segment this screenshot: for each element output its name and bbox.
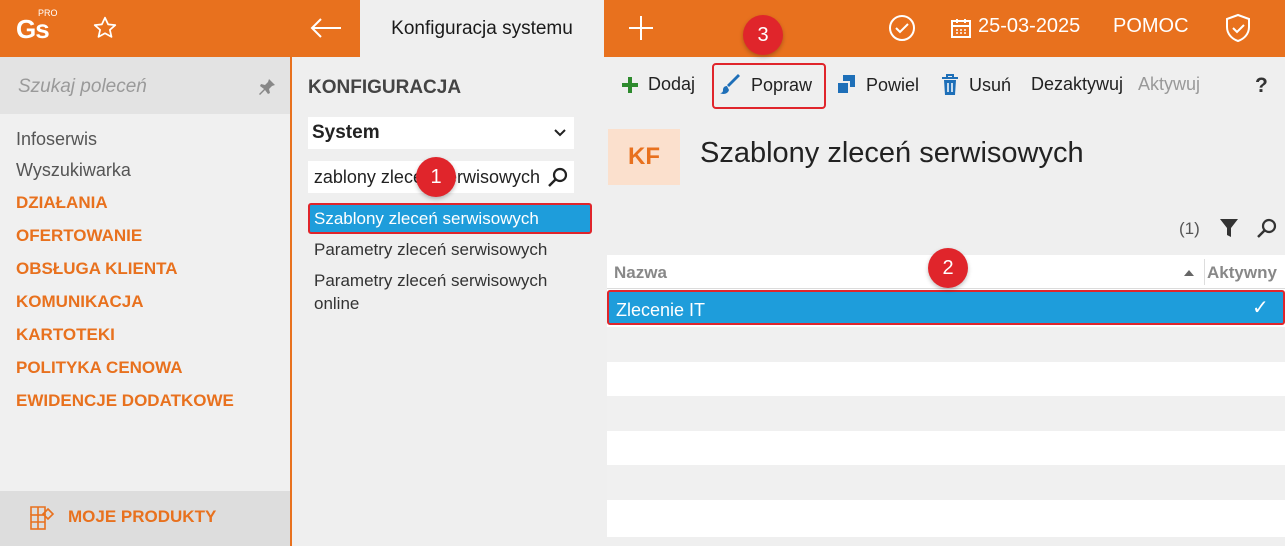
- deactivate-button[interactable]: Dezaktywuj: [1031, 74, 1123, 95]
- cell-aktywny: ✓: [1252, 297, 1269, 319]
- command-search[interactable]: Szukaj poleceń: [0, 57, 290, 114]
- add-button[interactable]: Dodaj: [621, 74, 695, 95]
- page-title: Szablony zleceń serwisowych: [700, 137, 1084, 169]
- sidebar-section-kartoteki[interactable]: KARTOTEKI: [16, 318, 234, 351]
- step-badge-3: 3: [743, 15, 783, 55]
- column-header-aktywny[interactable]: Aktywny: [1207, 263, 1277, 283]
- sort-asc-icon[interactable]: [1183, 269, 1195, 277]
- config-title: KONFIGURACJA: [308, 77, 462, 98]
- duplicate-button-label: Powiel: [866, 74, 920, 95]
- column-separator: [1204, 259, 1205, 285]
- module-select-value: System: [312, 122, 380, 143]
- table-row-empty: [607, 362, 1285, 397]
- config-item-parametry[interactable]: Parametry zleceń serwisowych: [308, 234, 592, 265]
- search-icon[interactable]: [547, 166, 569, 188]
- my-products-label: MOJE PRODUKTY: [68, 507, 217, 526]
- highlight-edit-button: [712, 63, 826, 109]
- sidebar: Szukaj poleceń Infoserwis Wyszukiwarka D…: [0, 57, 290, 546]
- check-circle-icon[interactable]: [886, 12, 918, 44]
- delete-button[interactable]: Usuń: [940, 74, 1011, 96]
- chevron-down-icon: [554, 129, 566, 137]
- logo-pro-text: PRO: [38, 8, 58, 18]
- command-search-input[interactable]: Szukaj poleceń: [18, 76, 147, 98]
- sidebar-item-wyszukiwarka[interactable]: Wyszukiwarka: [16, 155, 234, 186]
- help-link[interactable]: POMOC: [1113, 15, 1189, 38]
- table-row-empty: [607, 327, 1285, 362]
- help-button[interactable]: ?: [1255, 74, 1268, 98]
- star-icon[interactable]: [89, 12, 121, 44]
- step-badge-1: 1: [416, 157, 456, 197]
- sidebar-section-ofertowanie[interactable]: OFERTOWANIE: [16, 219, 234, 252]
- column-header-nazwa[interactable]: Nazwa: [614, 263, 667, 283]
- plus-icon[interactable]: [625, 12, 657, 44]
- calendar-icon[interactable]: [945, 12, 977, 44]
- shield-icon[interactable]: [1222, 12, 1254, 44]
- top-bar: Gs PRO Konfiguracja systemu 25-03-2025 P…: [0, 0, 1285, 57]
- add-button-label: Dodaj: [648, 74, 696, 94]
- table-row-empty: [607, 396, 1285, 431]
- plus-icon: [621, 76, 639, 94]
- sidebar-section-ewidencje-dodatkowe[interactable]: EWIDENCJE DODATKOWE: [16, 384, 234, 417]
- app-logo[interactable]: Gs PRO: [0, 0, 70, 57]
- main-content: Dodaj Popraw Powiel Usuń Dezaktywuj Akty…: [592, 57, 1285, 546]
- tab-konfiguracja-systemu[interactable]: Konfiguracja systemu: [360, 0, 604, 57]
- products-icon: [30, 506, 55, 530]
- help-button-label: ?: [1255, 74, 1268, 97]
- sidebar-section-dzialania[interactable]: DZIAŁANIA: [16, 186, 234, 219]
- step-badge-2: 2: [928, 248, 968, 288]
- activate-button-label: Aktywuj: [1138, 74, 1201, 94]
- config-list: Szablony zleceń serwisowych Parametry zl…: [308, 203, 592, 319]
- deactivate-button-label: Dezaktywuj: [1031, 74, 1124, 94]
- module-select[interactable]: System: [308, 117, 574, 149]
- trash-icon: [940, 74, 960, 96]
- logo-text: Gs: [16, 14, 50, 44]
- delete-button-label: Usuń: [969, 74, 1012, 95]
- search-icon[interactable]: [1256, 217, 1278, 239]
- data-grid: Nazwa Aktywny Zlecenie IT ✓: [607, 255, 1285, 537]
- sidebar-section-komunikacja[interactable]: KOMUNIKACJA: [16, 285, 234, 318]
- table-row-empty: [607, 465, 1285, 500]
- table-row-empty: [607, 500, 1285, 535]
- module-badge: KF: [608, 129, 680, 185]
- config-item-parametry-online[interactable]: Parametry zleceń serwisowych online: [308, 265, 592, 319]
- table-row[interactable]: Zlecenie IT ✓: [607, 290, 1285, 325]
- filter-icon[interactable]: [1219, 217, 1239, 239]
- pin-icon[interactable]: [258, 78, 276, 96]
- cell-nazwa: Zlecenie IT: [616, 300, 706, 320]
- duplicate-icon: [835, 74, 857, 96]
- record-count: (1): [1179, 219, 1200, 238]
- activate-button[interactable]: Aktywuj: [1138, 74, 1200, 95]
- current-date[interactable]: 25-03-2025: [978, 15, 1080, 38]
- back-arrow-icon[interactable]: [308, 12, 344, 44]
- config-panel: KONFIGURACJA System zablony zleceń serwi…: [292, 57, 592, 546]
- sidebar-item-infoserwis[interactable]: Infoserwis: [16, 124, 234, 155]
- duplicate-button[interactable]: Powiel: [835, 74, 919, 96]
- table-row-empty: [607, 431, 1285, 466]
- sidebar-section-polityka-cenowa[interactable]: POLITYKA CENOWA: [16, 351, 234, 384]
- config-item-szablony[interactable]: Szablony zleceń serwisowych: [308, 203, 592, 234]
- my-products-button[interactable]: MOJE PRODUKTY: [0, 491, 290, 546]
- sidebar-nav: Infoserwis Wyszukiwarka DZIAŁANIA OFERTO…: [16, 124, 234, 417]
- sidebar-section-obsluga-klienta[interactable]: OBSŁUGA KLIENTA: [16, 252, 234, 285]
